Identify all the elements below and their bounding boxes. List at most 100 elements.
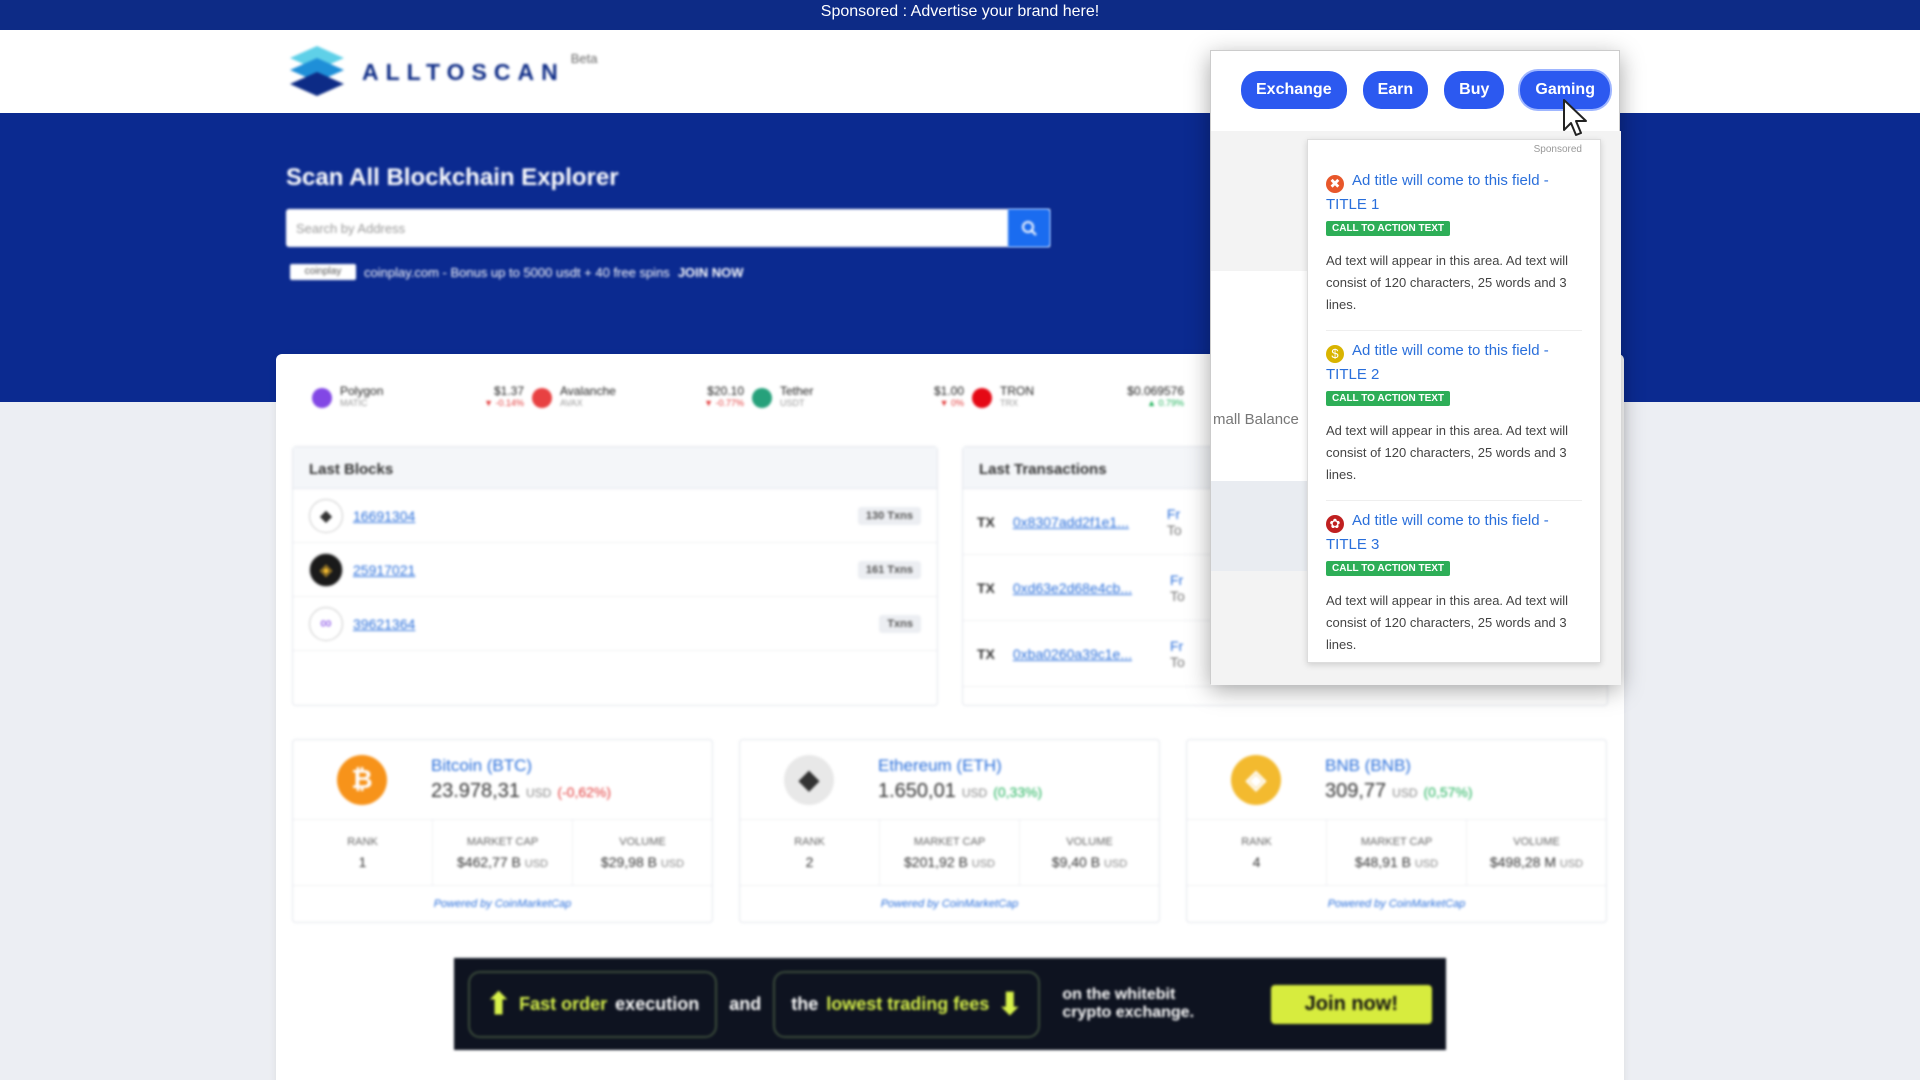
coin-stats: RANK 4 MARKET CAP $48,91 B USD VOLUME $498,28…	[1187, 820, 1606, 886]
ad-title[interactable]: Ad title will come to this field - TITLE…	[1326, 342, 1549, 383]
promo-cta[interactable]: JOIN NOW	[678, 265, 744, 280]
coin-price-line: 309,77 USD (0,57%)	[1325, 780, 1473, 803]
ticker-price: $1.00	[933, 384, 964, 398]
tx-from-to: Fr To	[1170, 572, 1185, 604]
coin-price: 309,77	[1325, 780, 1387, 802]
logo-mark-icon	[286, 44, 348, 100]
coin-info: BNB (BNB) 309,77 USD (0,57%)	[1325, 756, 1473, 803]
coin-name-link[interactable]: Ethereum (ETH)	[878, 756, 1042, 776]
block-number-link[interactable]: 25917021	[353, 562, 415, 578]
coin-change: (0,33%)	[993, 784, 1043, 800]
ticker-item[interactable]: Tether USDT $1.00 ▼ 0%	[752, 378, 972, 424]
coin-price-line: 23.978,31 USD (-0,62%)	[431, 780, 611, 803]
powered-by-link[interactable]: Powered by CoinMarketCap	[1187, 886, 1606, 922]
arrow-up-icon: ⬆	[486, 987, 512, 1021]
ad-cta-badge[interactable]: CALL TO ACTION TEXT	[1326, 221, 1451, 236]
txns-badge: 161 Txns	[857, 560, 921, 579]
mouse-cursor-icon	[1563, 99, 1587, 136]
coin-logo-icon: ◆	[784, 754, 834, 805]
sponsored-topbar[interactable]: Sponsored : Advertise your brand here!	[0, 0, 1920, 30]
coin-icon	[532, 388, 552, 408]
tx-label: TX	[977, 513, 995, 530]
tx-hash-link[interactable]: 0x8307add2f1e1...	[1013, 514, 1129, 530]
promo-line[interactable]: coinplay coinplay.com - Bonus up to 5000…	[290, 264, 744, 280]
coin-unit: USD	[1392, 786, 1418, 800]
ticker-name-group: Avalanche AVAX	[560, 384, 660, 408]
ad-title-line: ✿ Ad title will come to this field - TITL…	[1326, 509, 1582, 557]
block-number-link[interactable]: 39621364	[353, 616, 415, 632]
banner-tail: on the whitebit crypto exchange.	[1062, 986, 1194, 1022]
stat-value-number: $29,98 B	[600, 853, 657, 870]
ticker-symbol: TRX	[1000, 398, 1018, 408]
tab-exchange-button[interactable]: Exchange	[1241, 71, 1347, 109]
search-input[interactable]: Search by Address	[286, 209, 1050, 247]
txns-badge: Txns	[879, 614, 921, 633]
stat-value: $201,92 B USD	[904, 854, 995, 870]
ad-title[interactable]: Ad title will come to this field - TITLE…	[1326, 512, 1549, 553]
coin-name-link[interactable]: BNB (BNB)	[1325, 756, 1473, 776]
ad-title[interactable]: Ad title will come to this field - TITLE…	[1326, 172, 1549, 213]
ticker-item[interactable]: Polygon MATIC $1.37 ▼ -0.14%	[312, 378, 532, 424]
coin-name-link[interactable]: Bitcoin (BTC)	[431, 756, 611, 776]
x-icon: ✖	[1326, 175, 1344, 193]
stat-unit: USD	[1103, 857, 1128, 870]
ad-item[interactable]: ✿ Ad title will come to this field - TITL…	[1326, 501, 1582, 670]
stat-label: VOLUME	[1513, 835, 1560, 848]
txns-badge: 130 Txns	[857, 506, 921, 525]
coin-icon	[752, 388, 772, 408]
search-placeholder: Search by Address	[296, 220, 406, 236]
stat-unit: USD	[971, 857, 995, 870]
tab-buy-button[interactable]: Buy	[1444, 71, 1505, 109]
tx-hash-link[interactable]: 0xba0260a39c1e...	[1013, 646, 1132, 662]
coin-unit: USD	[525, 786, 552, 800]
stat-value-number: 1	[358, 853, 367, 870]
coin-stats: RANK 1 MARKET CAP $462,77 B USD VOLUME $29,98…	[293, 820, 712, 886]
powered-by-link[interactable]: Powered by CoinMarketCap	[740, 886, 1159, 922]
ticker-item[interactable]: TRON TRX $0.069576 ▲ 0.79%	[972, 378, 1192, 424]
site-logo[interactable]: ALLTOSCAN Beta	[286, 44, 605, 100]
sponsored-ads-box: Sponsored ✖ Ad title will come to this fi…	[1307, 139, 1601, 663]
block-row: ∞ 39621364 Txns	[293, 597, 937, 651]
stat-cell: RANK 2	[740, 820, 880, 885]
tx-from[interactable]: Fr	[1170, 572, 1185, 588]
stat-unit: USD	[1559, 857, 1584, 870]
join-now-button[interactable]: Join now!	[1270, 984, 1432, 1024]
stat-value-number: $462,77 B	[457, 853, 521, 870]
search-icon	[1022, 221, 1037, 236]
ad-item[interactable]: ✖ Ad title will come to this field - TITL…	[1326, 161, 1582, 331]
tx-hash-link[interactable]: 0xd63e2d68e4cb...	[1013, 580, 1132, 596]
tx-from-to: Fr To	[1167, 506, 1182, 538]
stat-cell: MARKET CAP $462,77 B USD	[433, 820, 573, 885]
ticker-item[interactable]: Avalanche AVAX $20.10 ▼ -0.77%	[532, 378, 752, 424]
tx-to: To	[1170, 653, 1185, 670]
whitebit-logo: whitebit	[1114, 986, 1176, 1003]
ad-cta-badge[interactable]: CALL TO ACTION TEXT	[1326, 561, 1451, 576]
stat-value-number: $9,40 B	[1051, 853, 1101, 870]
tx-from[interactable]: Fr	[1167, 506, 1182, 522]
whitebit-banner[interactable]: ⬆ Fast order execution and the lowest tr…	[454, 958, 1446, 1050]
ticker-change: ▼ 0%	[939, 398, 964, 408]
block-number-link[interactable]: 16691304	[353, 508, 415, 524]
tab-earn-button[interactable]: Earn	[1362, 71, 1429, 109]
gear-coin-icon: ✿	[1326, 515, 1344, 533]
banner-part2-hl: lowest trading fees	[826, 993, 990, 1014]
stat-label: MARKET CAP	[913, 835, 986, 848]
powered-by-link[interactable]: Powered by CoinMarketCap	[293, 886, 712, 922]
ticker-name-group: Polygon MATIC	[340, 384, 440, 408]
ad-item[interactable]: $ Ad title will come to this field - TITL…	[1326, 331, 1582, 501]
last-blocks-panel: Last Blocks ◆ 16691304 130 Txns ◈ 25917021 16…	[292, 446, 938, 706]
stat-value: $462,77 B USD	[457, 854, 548, 870]
promo-text: coinplay.com - Bonus up to 5000 usdt + 4…	[364, 264, 670, 280]
stat-unit: USD	[524, 857, 548, 870]
tx-from[interactable]: Fr	[1170, 638, 1185, 654]
coin-card: ◈ BNB (BNB) 309,77 USD (0,57%) RANK 4 MARKET CA…	[1186, 739, 1607, 923]
bnb-icon: ◈	[309, 552, 343, 587]
ticker-name-group: TRON TRX	[1000, 384, 1100, 408]
ad-title-line: ✖ Ad title will come to this field - TITL…	[1326, 169, 1582, 217]
coin-logo-icon: ◈	[1231, 754, 1281, 805]
search-button[interactable]	[1008, 209, 1050, 247]
coin-unit: USD	[961, 786, 988, 800]
ad-cta-badge[interactable]: CALL TO ACTION TEXT	[1326, 391, 1451, 406]
coin-info: Bitcoin (BTC) 23.978,31 USD (-0,62%)	[431, 756, 611, 803]
ticker-symbol: AVAX	[560, 398, 583, 408]
